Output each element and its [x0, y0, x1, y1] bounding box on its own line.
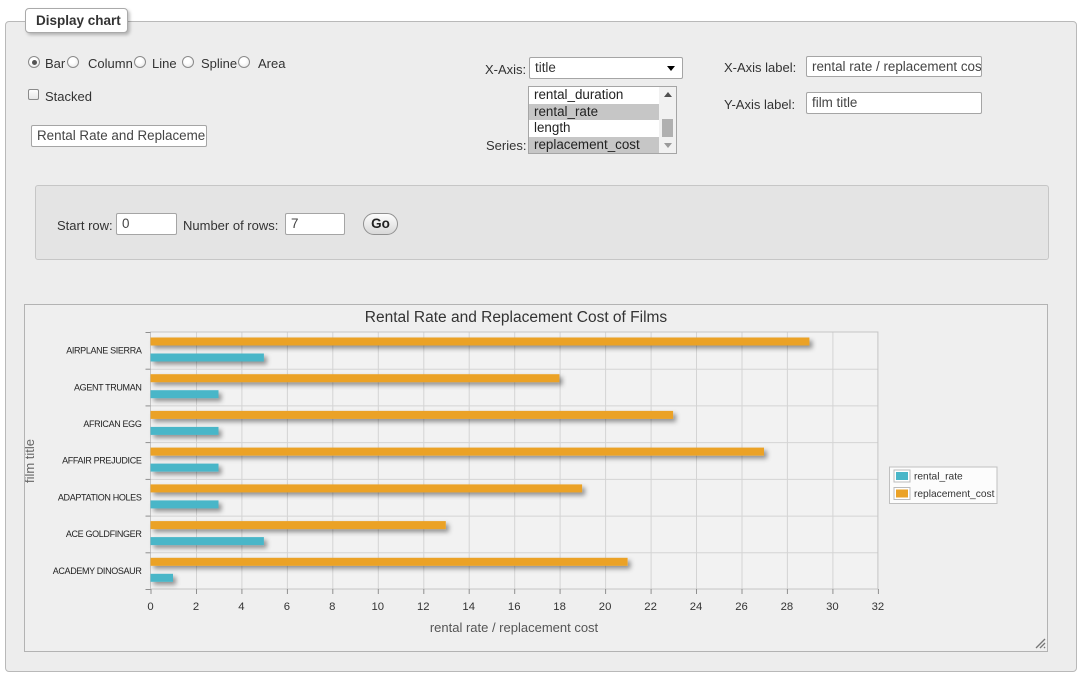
svg-text:20: 20	[599, 601, 612, 613]
svg-text:12: 12	[417, 601, 430, 613]
svg-text:ADAPTATION HOLES: ADAPTATION HOLES	[58, 492, 142, 502]
svg-text:rental_rate: rental_rate	[914, 472, 963, 483]
svg-text:16: 16	[508, 601, 521, 613]
svg-text:10: 10	[372, 601, 385, 613]
svg-text:rental rate / replacement cost: rental rate / replacement cost	[430, 620, 599, 635]
svg-text:Rental Rate and Replacement Co: Rental Rate and Replacement Cost of Film…	[365, 309, 668, 326]
svg-text:AGENT TRUMAN: AGENT TRUMAN	[74, 382, 141, 392]
svg-text:8: 8	[329, 601, 335, 613]
svg-text:24: 24	[690, 601, 703, 613]
svg-text:6: 6	[284, 601, 290, 613]
svg-text:30: 30	[826, 601, 839, 613]
svg-text:0: 0	[147, 601, 153, 613]
svg-text:replacement_cost: replacement_cost	[914, 489, 995, 500]
svg-text:26: 26	[735, 601, 748, 613]
svg-text:film title: film title	[25, 439, 37, 483]
svg-text:AIRPLANE SIERRA: AIRPLANE SIERRA	[66, 346, 142, 356]
svg-text:ACE GOLDFINGER: ACE GOLDFINGER	[66, 529, 142, 539]
svg-text:4: 4	[238, 601, 244, 613]
svg-text:AFRICAN EGG: AFRICAN EGG	[83, 419, 142, 429]
svg-text:2: 2	[193, 601, 199, 613]
svg-text:14: 14	[462, 601, 475, 613]
svg-text:AFFAIR PREJUDICE: AFFAIR PREJUDICE	[62, 456, 142, 466]
svg-text:ACADEMY DINOSAUR: ACADEMY DINOSAUR	[53, 566, 143, 576]
svg-text:32: 32	[872, 601, 885, 613]
svg-text:28: 28	[781, 601, 794, 613]
svg-text:22: 22	[644, 601, 657, 613]
svg-text:18: 18	[553, 601, 566, 613]
